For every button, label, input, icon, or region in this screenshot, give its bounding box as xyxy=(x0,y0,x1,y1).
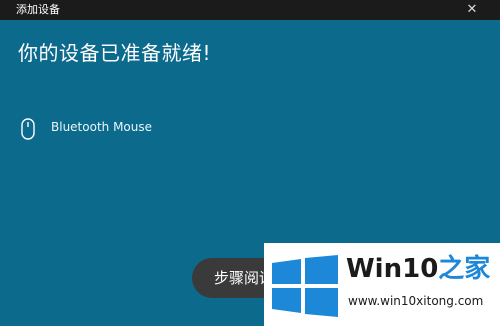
watermark-banner: Win10之家 www.win10xitong.com xyxy=(264,243,500,326)
watermark-title: Win10之家 xyxy=(346,253,490,285)
watermark-title-accent: 之家 xyxy=(438,254,491,284)
window-title: 添加设备 xyxy=(16,3,60,16)
windows-logo-icon xyxy=(272,255,338,317)
watermark-title-main: Win10 xyxy=(346,254,439,284)
watermark-url: www.win10xitong.com xyxy=(348,294,484,308)
mouse-icon xyxy=(21,118,35,140)
add-device-window: 添加设备 ✕ 你的设备已准备就绪! Bluetooth Mouse 步骤阅读 W… xyxy=(0,0,500,326)
device-name: Bluetooth Mouse xyxy=(51,120,153,134)
close-button[interactable]: ✕ xyxy=(464,2,480,18)
title-bar: 添加设备 ✕ xyxy=(0,0,500,20)
close-icon: ✕ xyxy=(466,2,478,17)
device-list-item[interactable]: Bluetooth Mouse xyxy=(18,116,318,142)
page-title: 你的设备已准备就绪! xyxy=(18,41,212,65)
